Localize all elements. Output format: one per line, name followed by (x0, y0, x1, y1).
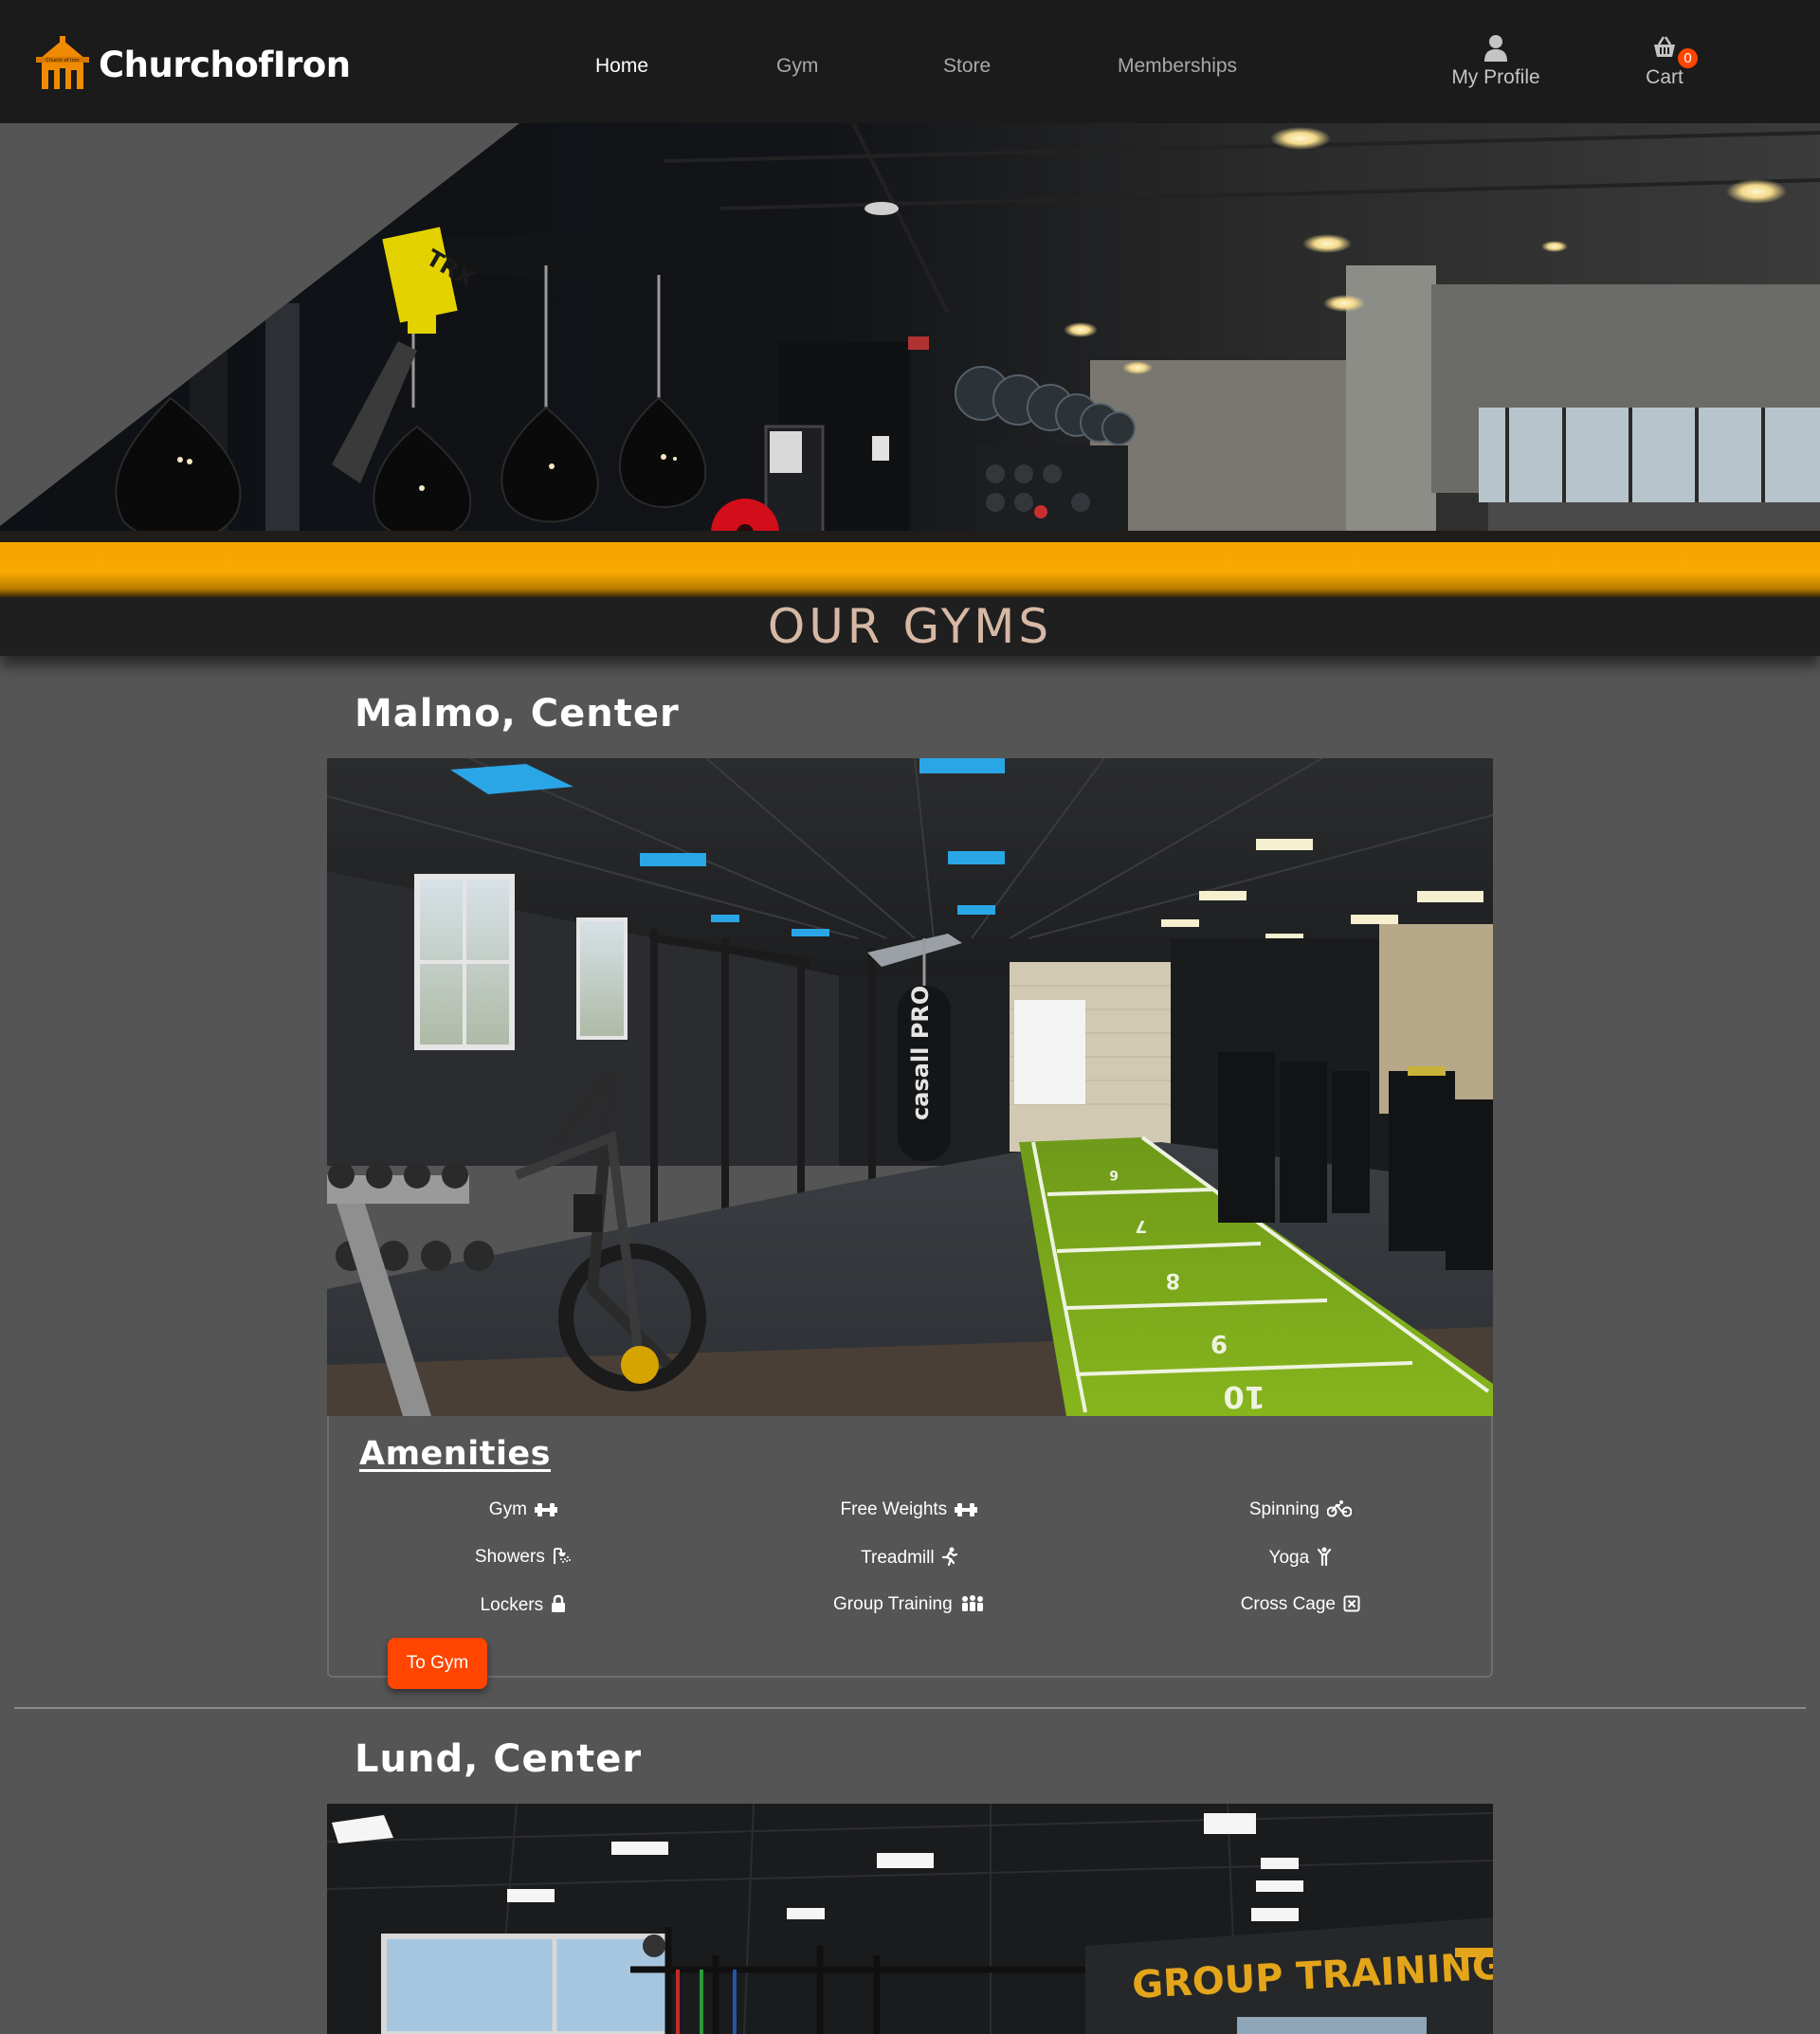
brand-name: ChurchofIron (99, 44, 351, 85)
lund-gym-image: GROUP TRAINING (327, 1804, 1493, 2034)
user-icon (1484, 35, 1507, 62)
amenity-showers-label: Showers (474, 1547, 545, 1567)
amenity-spinning: Spinning (1111, 1499, 1490, 1520)
my-profile-link[interactable]: My Profile (1451, 34, 1540, 89)
track-number-6: 6 (1109, 1167, 1119, 1182)
amenity-cross-cage: Cross Cage (1111, 1594, 1490, 1615)
to-gym-button[interactable]: To Gym (388, 1638, 487, 1689)
amenity-gym-label: Gym (488, 1499, 527, 1519)
amenity-lockers-label: Lockers (480, 1595, 544, 1615)
amenity-treadmill-label: Treadmill (861, 1548, 935, 1568)
malmo-gym-image: casall PRO 6 7 8 9 10 (327, 758, 1493, 1416)
users-icon (961, 1595, 983, 1611)
amenity-cross-cage-label: Cross Cage (1240, 1594, 1337, 1614)
amenity-treadmill: Treadmill (719, 1547, 1099, 1569)
logo-text: Church of Iron (46, 58, 79, 64)
amenity-free-weights-label: Free Weights (840, 1499, 948, 1519)
church-logo-icon: Church of Iron (36, 36, 89, 89)
my-profile-label: My Profile (1451, 66, 1540, 88)
gym-name-malmo: Malmo, Center (355, 692, 680, 736)
amenity-spinning-label: Spinning (1248, 1499, 1320, 1519)
cart-label: Cart (1646, 66, 1684, 88)
cart-count-badge: 0 (1678, 48, 1698, 68)
amenity-group-training: Group Training (719, 1594, 1099, 1615)
gym-photo-lund: GROUP TRAINING (327, 1804, 1493, 2034)
nav-link-gym[interactable]: Gym (776, 55, 818, 78)
running-icon (941, 1547, 957, 1567)
amenities-card-malmo: Amenities Gym Free Weights Spinning Show… (327, 1416, 1493, 1689)
amenities-title: Amenities (359, 1435, 552, 1473)
nav-link-home[interactable]: Home (595, 55, 648, 78)
amenity-yoga: Yoga (1111, 1547, 1490, 1569)
lock-icon (552, 1594, 566, 1612)
amenity-gym: Gym (334, 1499, 713, 1520)
track-number-8: 8 (1166, 1268, 1180, 1292)
bag-brand-text: casall PRO (907, 986, 934, 1120)
track-number-10: 10 (1223, 1379, 1265, 1415)
nav-link-store[interactable]: Store (943, 55, 991, 78)
hero-gym-photo: TRX (0, 123, 1820, 542)
gym-photo-malmo: casall PRO 6 7 8 9 10 (327, 758, 1493, 1416)
amenity-lockers: Lockers (334, 1594, 713, 1616)
amenity-showers: Showers (334, 1547, 713, 1568)
track-number-9: 9 (1210, 1329, 1228, 1357)
cart-link[interactable]: 0 Cart (1640, 34, 1698, 89)
cart-icon-wrap: 0 (1650, 34, 1698, 68)
nav-link-memberships[interactable]: Memberships (1118, 55, 1237, 78)
amenity-yoga-label: Yoga (1268, 1548, 1310, 1568)
brand-home-link[interactable]: Church of Iron ChurchofIron (34, 36, 351, 93)
amenity-free-weights: Free Weights (719, 1499, 1099, 1520)
gym-name-lund: Lund, Center (355, 1737, 643, 1781)
yoga-icon (1318, 1547, 1332, 1567)
navbar: Church of Iron ChurchofIron Home Gym Sto… (0, 0, 1820, 123)
section-title: OUR GYMS (767, 599, 1053, 654)
square-x-icon (1343, 1595, 1360, 1612)
gym-divider (14, 1707, 1806, 1709)
section-banner: OUR GYMS (0, 597, 1820, 656)
accent-bar (0, 542, 1820, 597)
basket-icon (1654, 36, 1675, 57)
bicycle-icon (1326, 1500, 1353, 1517)
track-number-7: 7 (1135, 1216, 1147, 1236)
shower-icon (554, 1548, 572, 1564)
dumbbell-icon (955, 1503, 978, 1516)
hero-image: TRX (0, 123, 1820, 542)
amenity-group-training-label: Group Training (833, 1594, 953, 1614)
dumbbell-icon (535, 1503, 558, 1516)
